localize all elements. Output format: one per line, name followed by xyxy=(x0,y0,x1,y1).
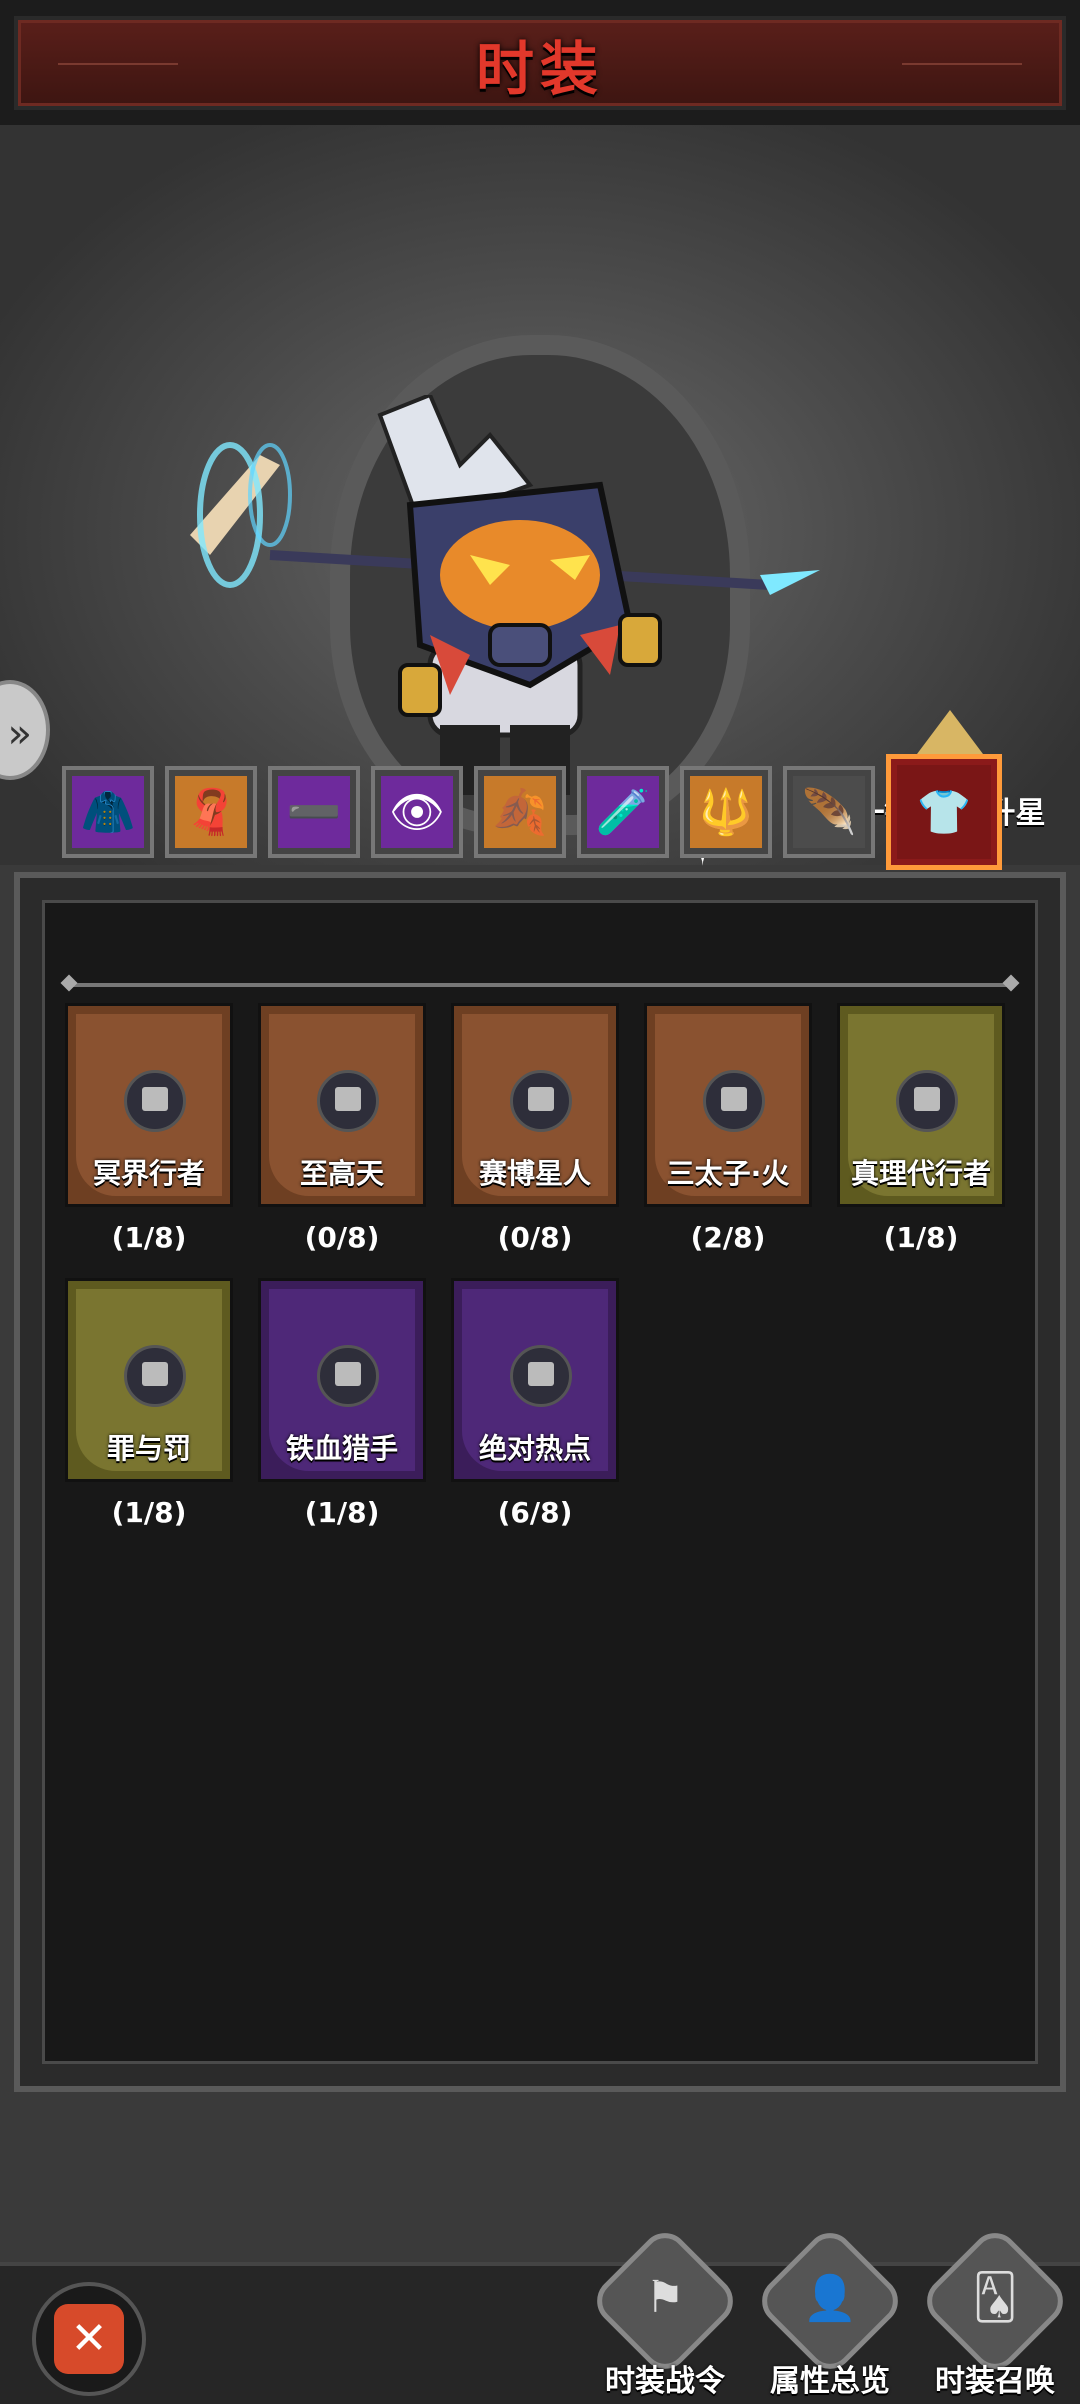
costume-progress: (0/8) xyxy=(497,1221,573,1254)
slot-staff[interactable]: 🔱 xyxy=(680,766,772,858)
lock-icon xyxy=(124,1070,186,1132)
cape-icon: 🧣 xyxy=(183,787,239,838)
spear-icon: ➖ xyxy=(286,787,342,838)
costume-name: 赛博星人 xyxy=(478,1157,591,1190)
costume-name: 铁血猎手 xyxy=(285,1432,398,1465)
page-title: 时装 xyxy=(475,35,604,103)
slot-potion[interactable]: 🧪 xyxy=(577,766,669,858)
banner-icon: ⚑ xyxy=(645,2272,685,2323)
costume-progress: (1/8) xyxy=(883,1221,959,1254)
bottom-bar: ✕ ⚑ 时装战令 👤 属性总览 🂡 时装召唤 xyxy=(0,2223,1080,2404)
expand-arrow-button[interactable]: » xyxy=(0,680,50,780)
nav-label: 时装召唤 xyxy=(935,2364,1055,2399)
costume-panel: 冥界行者 (1/8) 至高天 (0/8) 赛博星人 (0/8) 三太子·火 (2/8) 真理代行… xyxy=(14,872,1066,2092)
lock-icon xyxy=(510,1345,572,1407)
costume-name: 冥界行者 xyxy=(92,1157,205,1190)
staff-icon: 🔱 xyxy=(698,787,754,838)
costume-name: 罪与罚 xyxy=(106,1432,191,1465)
costume-card[interactable]: 至高天 xyxy=(258,1003,426,1207)
feather-icon: 🍂 xyxy=(492,787,548,838)
costume-progress: (2/8) xyxy=(690,1221,766,1254)
slot-mask[interactable]: 👁 xyxy=(371,766,463,858)
costume-name: 真理代行者 xyxy=(850,1157,991,1190)
lock-icon xyxy=(896,1070,958,1132)
outfit-icon: 👕 xyxy=(916,787,972,838)
slot-spear[interactable]: ➖ xyxy=(268,766,360,858)
costume-card[interactable]: 真理代行者 xyxy=(837,1003,1005,1207)
costume-name: 至高天 xyxy=(299,1157,384,1190)
costume-progress: (6/8) xyxy=(497,1496,573,1529)
costume-progress: (1/8) xyxy=(111,1221,187,1254)
costume-progress: (1/8) xyxy=(111,1496,187,1529)
lock-icon xyxy=(124,1345,186,1407)
lock-icon xyxy=(317,1070,379,1132)
potion-icon: 🧪 xyxy=(595,787,651,838)
lock-icon xyxy=(703,1070,765,1132)
lock-icon xyxy=(317,1345,379,1407)
slot-hood[interactable]: 🧥 xyxy=(62,766,154,858)
costume-panel-inner: 冥界行者 (1/8) 至高天 (0/8) 赛博星人 (0/8) 三太子·火 (2/8) 真理代行… xyxy=(42,900,1038,2064)
nav-label: 属性总览 xyxy=(770,2364,890,2399)
mask-icon: 👁 xyxy=(389,787,445,838)
slot-wing[interactable]: 🪶 xyxy=(783,766,875,858)
costume-card[interactable]: 三太子·火 xyxy=(644,1003,812,1207)
nav-label: 时装战令 xyxy=(605,2364,725,2399)
equipment-slot-bar: 🧥 🧣 ➖ 👁 🍂 🧪 🔱 🪶 👕 xyxy=(62,754,1022,870)
nav-button-3[interactable]: 🂡 时装召唤 xyxy=(917,2223,1073,2399)
hood-icon: 🧥 xyxy=(80,787,136,838)
slot-cape[interactable]: 🧣 xyxy=(165,766,257,858)
nav-button-2[interactable]: 👤 属性总览 xyxy=(752,2223,908,2399)
costume-card[interactable]: 绝对热点 xyxy=(451,1278,619,1482)
lock-icon xyxy=(510,1070,572,1132)
slot-outfit[interactable]: 👕 xyxy=(886,754,1002,870)
close-icon: ✕ xyxy=(54,2304,124,2374)
nav-button-1[interactable]: ⚑ 时装战令 xyxy=(587,2223,743,2399)
costume-name: 绝对热点 xyxy=(478,1432,591,1465)
costume-card[interactable]: 铁血猎手 xyxy=(258,1278,426,1482)
slot-feather[interactable]: 🍂 xyxy=(474,766,566,858)
costume-progress: (1/8) xyxy=(304,1496,380,1529)
profile-icon: 👤 xyxy=(802,2273,858,2324)
wing-icon: 🪶 xyxy=(801,787,857,838)
panel-divider xyxy=(67,983,1013,987)
costume-card[interactable]: 罪与罚 xyxy=(65,1278,233,1482)
costume-card[interactable]: 冥界行者 xyxy=(65,1003,233,1207)
costume-progress: (0/8) xyxy=(304,1221,380,1254)
costume-card[interactable]: 赛博星人 xyxy=(451,1003,619,1207)
close-button[interactable]: ✕ xyxy=(32,2282,146,2396)
cards-icon: 🂡 xyxy=(972,2272,1018,2323)
header: 时装 xyxy=(0,0,1080,125)
costume-name: 三太子·火 xyxy=(666,1157,790,1190)
